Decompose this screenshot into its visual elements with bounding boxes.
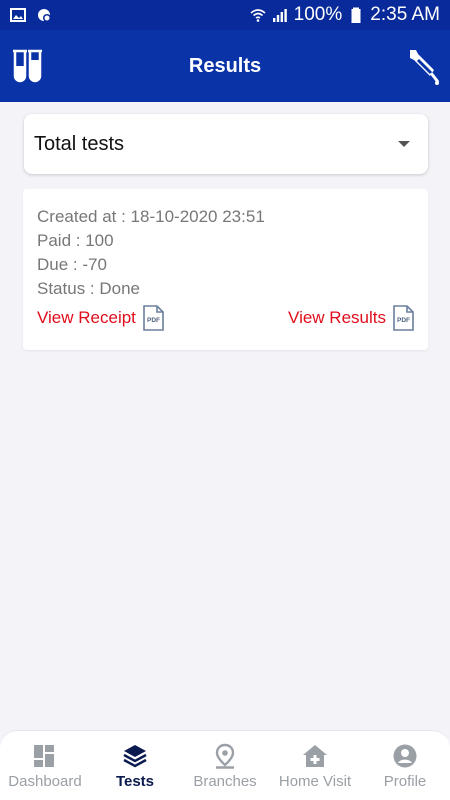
dashboard-icon bbox=[34, 745, 54, 767]
gallery-icon bbox=[10, 8, 26, 22]
view-receipt-label: View Receipt bbox=[37, 308, 136, 327]
nav-label-branches: Branches bbox=[193, 773, 257, 790]
test-tubes-icon[interactable] bbox=[10, 48, 44, 84]
home-plus-icon bbox=[303, 745, 327, 767]
card-actions: View Receipt PDF View Results PDF bbox=[37, 305, 414, 331]
location-pin-icon bbox=[215, 743, 235, 769]
pdf-icon: PDF bbox=[393, 305, 414, 331]
dropper-icon[interactable] bbox=[404, 46, 440, 86]
nav-label-home-visit: Home Visit bbox=[278, 773, 352, 790]
wifi-icon bbox=[250, 9, 266, 22]
created-at-text: Created at : 18-10-2020 23:51 bbox=[37, 207, 265, 226]
dropdown-selected-value: Total tests bbox=[34, 132, 125, 155]
battery-icon bbox=[351, 7, 361, 23]
nav-label-profile: Profile bbox=[383, 773, 427, 790]
status-text: Status : Done bbox=[37, 279, 141, 298]
paid-text: Paid : 100 bbox=[37, 231, 114, 250]
clock: 2:35 AM bbox=[370, 4, 440, 25]
signal-icon bbox=[272, 9, 287, 22]
nav-label-dashboard: Dashboard bbox=[8, 773, 82, 790]
profile-icon bbox=[393, 744, 417, 768]
nav-label-tests: Tests bbox=[115, 773, 155, 790]
battery-percent: 100% bbox=[293, 4, 343, 25]
app-bar: Results bbox=[0, 30, 450, 102]
nav-item-tests[interactable]: Tests bbox=[90, 743, 180, 790]
page-title: Results bbox=[188, 54, 262, 77]
view-results-label: View Results bbox=[288, 308, 386, 327]
pdf-icon-text: PDF bbox=[397, 317, 410, 324]
pdf-icon-text: PDF bbox=[147, 317, 160, 324]
due-text: Due : -70 bbox=[37, 255, 107, 274]
layers-icon bbox=[123, 745, 147, 768]
nav-item-dashboard[interactable]: Dashboard bbox=[0, 743, 90, 790]
bottom-navigation: Dashboard Tests Branches Home Visit Prof… bbox=[0, 730, 450, 800]
settings-shield-icon bbox=[38, 9, 51, 22]
test-result-card: Created at : 18-10-2020 23:51 Paid : 100… bbox=[23, 189, 428, 350]
nav-item-home-visit[interactable]: Home Visit bbox=[270, 743, 360, 790]
nav-item-profile[interactable]: Profile bbox=[360, 743, 450, 790]
status-left-icons bbox=[10, 7, 52, 23]
status-bar: 100% 2:35 AM bbox=[0, 0, 450, 30]
dropdown-caret-icon bbox=[398, 141, 410, 147]
nav-item-branches[interactable]: Branches bbox=[180, 743, 270, 790]
view-receipt-link[interactable]: View Receipt PDF bbox=[37, 305, 164, 331]
status-right: 100% 2:35 AM bbox=[250, 4, 440, 26]
tests-filter-dropdown[interactable]: Total tests bbox=[24, 114, 428, 174]
pdf-icon: PDF bbox=[143, 305, 164, 331]
view-results-link[interactable]: View Results PDF bbox=[288, 305, 414, 331]
